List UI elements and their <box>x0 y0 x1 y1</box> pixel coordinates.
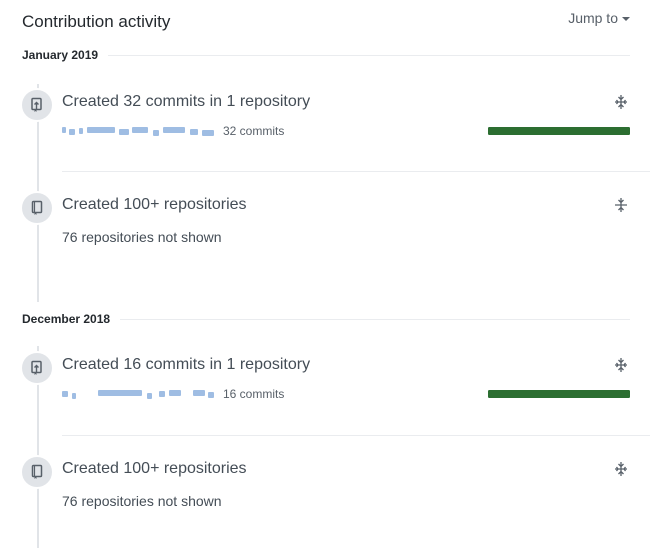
fold-toggle-icon[interactable] <box>612 92 630 112</box>
repo-name-link[interactable] <box>62 126 214 136</box>
repo-icon <box>20 191 54 225</box>
repo-icon <box>20 455 54 489</box>
repo-row: 32 commits <box>62 124 630 140</box>
month-divider <box>120 318 630 320</box>
fold-toggle-icon[interactable] <box>612 195 630 215</box>
repo-name-link[interactable] <box>62 389 214 399</box>
commit-progress-bar <box>488 127 630 135</box>
month-label: January 2019 <box>22 48 99 62</box>
jump-to-label: Jump to <box>568 10 618 26</box>
repo-push-icon <box>20 88 54 122</box>
item-divider <box>62 171 650 172</box>
repositories-not-shown: 76 repositories not shown <box>62 493 222 509</box>
month-header: December 2018 <box>22 312 630 326</box>
month-label: December 2018 <box>22 312 111 326</box>
commit-count-link[interactable]: 32 commits <box>223 124 284 138</box>
activity-item-repositories: Created 100+ repositories 76 repositorie… <box>20 191 630 251</box>
commit-progress-fill <box>488 390 630 398</box>
item-divider <box>62 435 650 436</box>
activity-item-repositories: Created 100+ repositories 76 repositorie… <box>20 455 630 515</box>
fold-toggle-icon[interactable] <box>612 459 630 479</box>
repo-push-icon <box>20 351 54 385</box>
commit-progress-bar <box>488 390 630 398</box>
repo-row: 16 commits <box>62 387 630 403</box>
activity-title: Created 100+ repositories <box>62 460 247 477</box>
commit-count-link[interactable]: 16 commits <box>223 387 284 401</box>
page-title: Contribution activity <box>22 12 171 31</box>
commit-progress-fill <box>488 127 630 135</box>
activity-title: Created 32 commits in 1 repository <box>62 93 311 110</box>
repositories-not-shown: 76 repositories not shown <box>62 229 222 245</box>
month-divider <box>108 54 630 56</box>
month-header: January 2019 <box>22 48 630 62</box>
jump-to-dropdown[interactable]: Jump to <box>568 10 630 26</box>
fold-toggle-icon[interactable] <box>612 355 630 375</box>
activity-item-commits: Created 32 commits in 1 repository 32 co… <box>20 88 630 148</box>
activity-title: Created 16 commits in 1 repository <box>62 356 311 373</box>
activity-item-commits: Created 16 commits in 1 repository 16 co… <box>20 351 630 411</box>
activity-title: Created 100+ repositories <box>62 196 247 213</box>
caret-down-icon <box>622 16 630 21</box>
